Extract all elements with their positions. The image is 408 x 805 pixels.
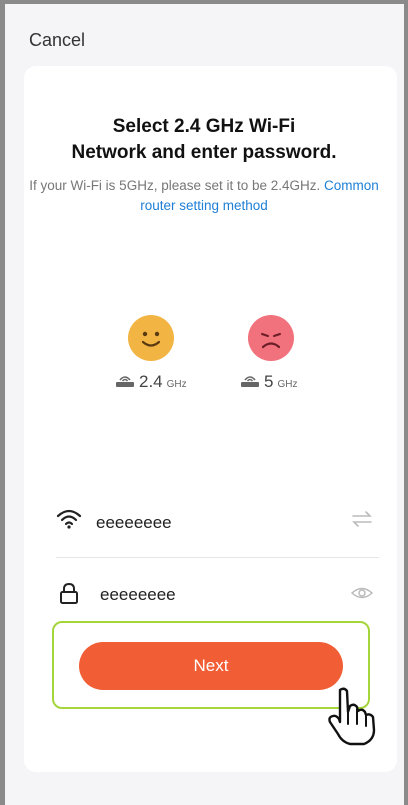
title-line-2: Network and enter password.	[71, 142, 337, 163]
cancel-button[interactable]: Cancel	[29, 30, 85, 51]
password-value: eeeeeeee	[100, 585, 176, 604]
subtitle-text: If your Wi-Fi is 5GHz, please set it to …	[29, 178, 325, 193]
sad-face-icon	[248, 315, 294, 361]
lock-icon	[56, 582, 82, 604]
band-5ghz: 5 GHz	[240, 372, 297, 392]
router-icon	[240, 374, 260, 388]
subtitle: If your Wi-Fi is 5GHz, please set it to …	[20, 176, 388, 216]
pointing-hand-icon	[326, 686, 382, 746]
title-line-1: Select 2.4 GHz Wi-Fi	[112, 116, 296, 137]
band-value: 2.4	[139, 372, 163, 391]
next-button[interactable]: Next	[79, 642, 343, 690]
router-icon	[115, 374, 135, 388]
wifi-ssid-field[interactable]: eeeeeeee	[56, 502, 379, 558]
band-unit: GHz	[166, 379, 187, 390]
wifi-ssid-value: eeeeeeee	[96, 513, 172, 532]
eye-icon[interactable]	[350, 584, 374, 602]
switch-arrows-icon[interactable]	[351, 510, 373, 528]
wifi-icon	[56, 508, 82, 530]
happy-face-icon	[128, 315, 174, 361]
band-unit: GHz	[277, 379, 298, 390]
password-field[interactable]: eeeeeeee	[56, 578, 379, 618]
page-title: Select 2.4 GHz Wi-Fi Network and enter p…	[0, 114, 408, 166]
band-value: 5	[264, 372, 274, 391]
band-2-4ghz: 2.4 GHz	[115, 372, 187, 392]
